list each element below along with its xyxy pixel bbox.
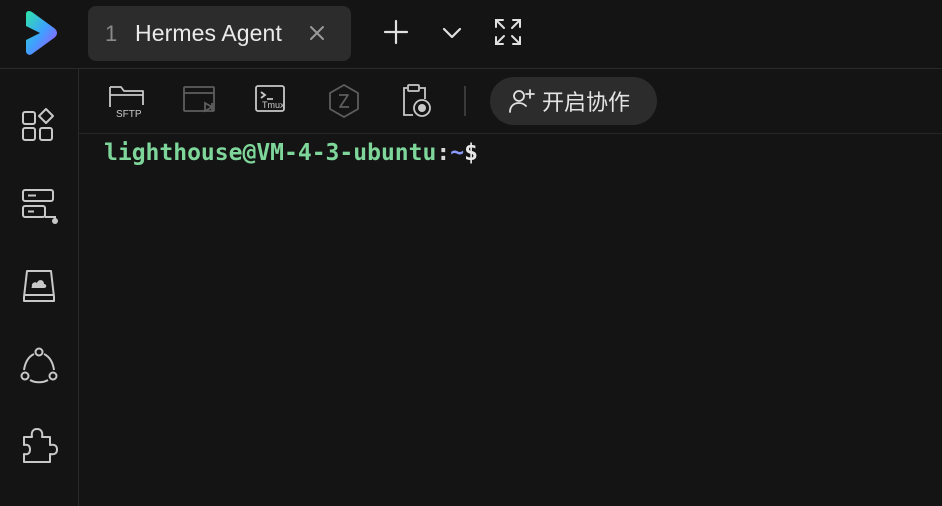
start-collaboration-button[interactable]: 开启协作 [490, 77, 657, 125]
add-user-icon [508, 87, 536, 115]
zoom-hexagon-icon[interactable] [323, 81, 365, 121]
tmux-label: Tmux [262, 100, 285, 110]
session-toolbar: SFTP Tmux 开启协作 [79, 69, 942, 134]
toolbar-divider [464, 86, 466, 116]
prompt-dollar: $ [464, 140, 478, 166]
terminal-prompt: lighthouse@VM-4-3-ubuntu:~$ [104, 140, 478, 166]
app-window: 1 Hermes Agent SFTP Tmux 开启协作 lighthouse… [0, 0, 942, 506]
network-nodes-icon[interactable] [18, 345, 60, 387]
fullscreen-icon[interactable] [492, 16, 524, 48]
plugin-puzzle-icon[interactable] [18, 425, 60, 467]
top-bar: 1 Hermes Agent [0, 0, 942, 69]
close-icon[interactable] [306, 22, 328, 44]
plus-icon[interactable] [380, 16, 412, 48]
cloud-drive-icon[interactable] [18, 265, 60, 307]
tab-title: Hermes Agent [135, 20, 282, 46]
prompt-colon: : [436, 140, 451, 166]
sftp-folder-icon[interactable]: SFTP [107, 81, 149, 121]
prompt-user-host: lighthouse@VM-4-3-ubuntu [104, 140, 437, 166]
tab-hermes-agent[interactable]: 1 Hermes Agent [88, 6, 351, 61]
app-logo [20, 10, 60, 56]
sftp-label: SFTP [116, 109, 142, 120]
tmux-terminal-icon[interactable]: Tmux [251, 81, 293, 121]
server-list-icon[interactable] [18, 185, 60, 227]
clipboard-record-icon[interactable] [395, 81, 437, 121]
prompt-path: ~ [450, 140, 465, 166]
left-sidebar [0, 69, 79, 506]
apps-grid-icon[interactable] [18, 105, 60, 147]
terminal-area[interactable]: lighthouse@VM-4-3-ubuntu:~$ [79, 134, 942, 506]
vscode-window-icon[interactable] [179, 81, 221, 121]
tab-number: 1 [105, 20, 118, 46]
chevron-down-icon[interactable] [436, 16, 468, 48]
collab-label: 开启协作 [542, 91, 631, 116]
